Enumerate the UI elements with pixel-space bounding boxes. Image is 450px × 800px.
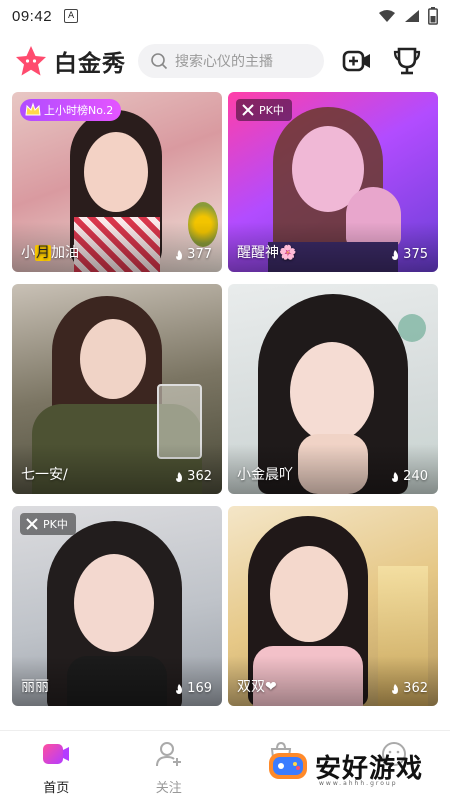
trophy-icon (393, 47, 421, 75)
viewer-count-value: 375 (403, 247, 428, 262)
viewer-count-value: 362 (187, 469, 212, 484)
pk-badge: PK中 (236, 99, 292, 121)
search-placeholder: 搜索心仪的主播 (175, 54, 273, 70)
status-time: 09:42 (12, 7, 53, 25)
wifi-icon (379, 10, 395, 22)
rank-badge: 上小时榜No.2 (20, 99, 122, 121)
stream-card[interactable]: PK中 丽丽 169 (12, 506, 222, 706)
notification-a-icon: A (64, 9, 79, 23)
viewer-count-value: 362 (403, 681, 428, 696)
flame-icon (176, 471, 183, 482)
flame-icon (392, 471, 399, 482)
pk-swords-icon (242, 104, 254, 116)
stream-card[interactable]: 小金晨吖 240 (228, 284, 438, 494)
viewer-count: 362 (173, 469, 212, 484)
status-right (378, 7, 438, 25)
stream-card[interactable]: 双双❤ 362 (228, 506, 438, 706)
pk-badge-label: PK中 (43, 518, 68, 531)
streamer-name: 小月加油 (21, 242, 79, 262)
streamer-name: 七一安/ (21, 467, 68, 483)
nav-item-home[interactable]: 首页 (0, 731, 113, 800)
app-brand-title: 白金秀 (54, 51, 126, 77)
go-live-button[interactable] (340, 44, 374, 78)
viewer-count-value: 377 (187, 247, 212, 262)
flame-icon (392, 249, 399, 260)
flame-icon (392, 683, 399, 694)
battery-icon (428, 7, 438, 25)
signal-icon (405, 10, 419, 22)
stream-grid: 上小时榜No.2 小月加油 377 PK中 醒醒神🌸 375 七一安/ 362 … (12, 92, 438, 706)
app-header: 白金秀 搜索心仪的主播 (0, 38, 450, 84)
streamer-name: 丽丽 (21, 679, 49, 695)
search-icon (151, 53, 168, 70)
viewer-count: 377 (173, 247, 212, 262)
status-bar: 09:42 A (0, 0, 450, 32)
streamer-name: 小金晨吖 (237, 467, 293, 483)
viewer-count: 375 (389, 247, 428, 262)
viewer-count-value: 240 (403, 469, 428, 484)
flame-icon (176, 683, 183, 694)
viewer-count: 240 (389, 469, 428, 484)
viewer-count: 169 (173, 681, 212, 696)
nav-label-home: 首页 (43, 781, 70, 796)
rank-badge-label: 上小时榜No.2 (44, 104, 114, 117)
nav-label-follow: 关注 (155, 781, 182, 796)
crown-icon (25, 102, 41, 116)
viewer-count: 362 (389, 681, 428, 696)
streamer-name: 醒醒神🌸 (237, 245, 297, 261)
watermark-subtext: www.ahhh.group (319, 780, 398, 787)
stream-card[interactable]: 七一安/ 362 (12, 284, 222, 494)
stream-card[interactable]: 上小时榜No.2 小月加油 377 (12, 92, 222, 272)
home-icon (43, 744, 70, 764)
watermark-text: 安好游戏 (315, 753, 424, 784)
streamer-name-part: 加油 (51, 245, 79, 261)
star-logo-icon (16, 46, 46, 76)
viewer-count-value: 169 (187, 681, 212, 696)
search-bar[interactable]: 搜索心仪的主播 (138, 44, 324, 78)
pk-swords-icon (26, 518, 38, 530)
pk-badge-label: PK中 (259, 104, 284, 117)
flame-icon (176, 249, 183, 260)
gamepad-logo-icon (269, 753, 307, 779)
nav-item-follow[interactable]: 关注 (113, 731, 226, 800)
watermark: 安好游戏 www.ahhh.group (265, 738, 447, 794)
video-plus-icon (342, 50, 370, 72)
streamer-name-part: 小 (21, 245, 35, 261)
follow-icon (155, 742, 181, 767)
rank-button[interactable] (390, 44, 424, 78)
pk-badge: PK中 (20, 513, 76, 535)
streamer-name-highlight: 月 (35, 245, 51, 261)
streamer-name: 双双❤ (237, 679, 277, 695)
stream-card[interactable]: PK中 醒醒神🌸 375 (228, 92, 438, 272)
